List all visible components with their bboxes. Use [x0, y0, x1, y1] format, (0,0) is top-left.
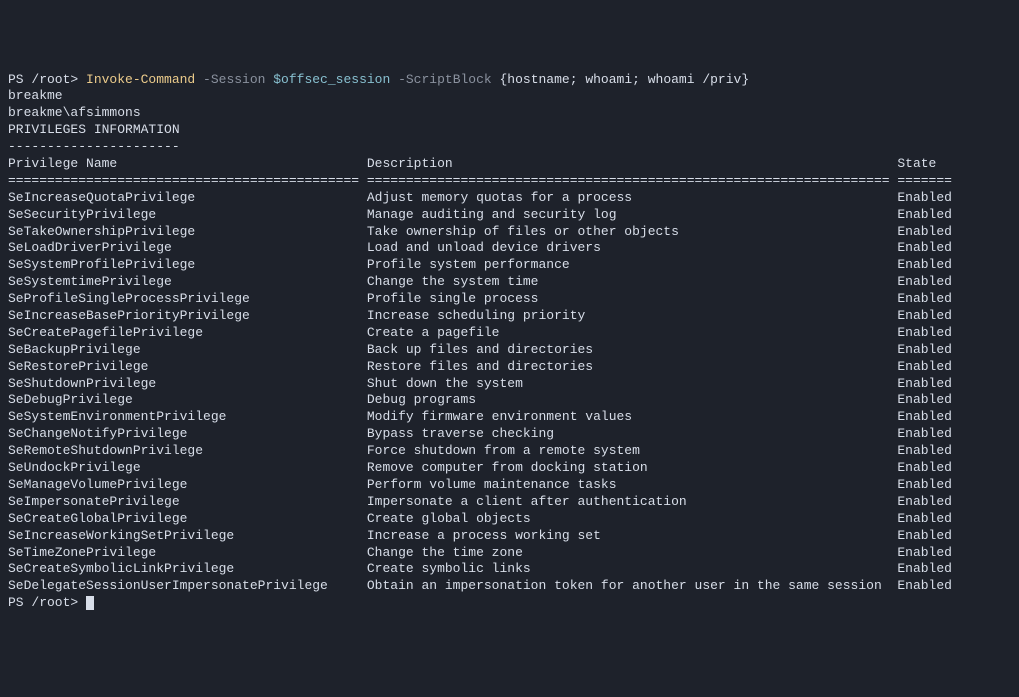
output-whoami: breakme\afsimmons — [8, 105, 1011, 122]
variable-session: $offsec_session — [273, 72, 390, 87]
priv-row: SeSystemEnvironmentPrivilege Modify firm… — [8, 409, 1011, 426]
priv-row: SeUndockPrivilege Remove computer from d… — [8, 460, 1011, 477]
param-session: -Session — [195, 72, 273, 87]
priv-row: SeTimeZonePrivilege Change the time zone… — [8, 545, 1011, 562]
output-hostname: breakme — [8, 88, 1011, 105]
priv-row: SeChangeNotifyPrivilege Bypass traverse … — [8, 426, 1011, 443]
terminal-output[interactable]: PS /root> Invoke-Command -Session $offse… — [8, 72, 1011, 613]
priv-row: SeIncreaseWorkingSetPrivilege Increase a… — [8, 528, 1011, 545]
priv-row: SeIncreaseBasePriorityPrivilege Increase… — [8, 308, 1011, 325]
prompt-label: PS /root> — [8, 72, 86, 87]
priv-row: SeSecurityPrivilege Manage auditing and … — [8, 207, 1011, 224]
priv-row: SeShutdownPrivilege Shut down the system… — [8, 376, 1011, 393]
priv-row: SeSystemtimePrivilege Change the system … — [8, 274, 1011, 291]
priv-row: SeRestorePrivilege Restore files and dir… — [8, 359, 1011, 376]
command-line-1: PS /root> Invoke-Command -Session $offse… — [8, 72, 1011, 89]
priv-row: SeIncreaseQuotaPrivilege Adjust memory q… — [8, 190, 1011, 207]
priv-header-underline: ---------------------- — [8, 139, 1011, 156]
priv-row: SeLoadDriverPrivilege Load and unload de… — [8, 240, 1011, 257]
priv-row: SeProfileSingleProcessPrivilege Profile … — [8, 291, 1011, 308]
param-scriptblock: -ScriptBlock — [390, 72, 499, 87]
priv-row: SeCreateGlobalPrivilege Create global ob… — [8, 511, 1011, 528]
priv-row: SeTakeOwnershipPrivilege Take ownership … — [8, 224, 1011, 241]
priv-row: SeManageVolumePrivilege Perform volume m… — [8, 477, 1011, 494]
priv-row: SeCreateSymbolicLinkPrivilege Create sym… — [8, 561, 1011, 578]
priv-row: SeRemoteShutdownPrivilege Force shutdown… — [8, 443, 1011, 460]
priv-row: SeImpersonatePrivilege Impersonate a cli… — [8, 494, 1011, 511]
cursor-block — [86, 596, 94, 610]
col-underline: ========================================… — [8, 173, 1011, 190]
priv-row: SeDelegateSessionUserImpersonatePrivileg… — [8, 578, 1011, 595]
scriptblock-content: {hostname; whoami; whoami /priv} — [500, 72, 750, 87]
col-headers: Privilege Name Description State — [8, 156, 1011, 173]
priv-header-title: PRIVILEGES INFORMATION — [8, 122, 1011, 139]
command-line-2[interactable]: PS /root> — [8, 595, 1011, 612]
priv-row: SeCreatePagefilePrivilege Create a pagef… — [8, 325, 1011, 342]
priv-row: SeBackupPrivilege Back up files and dire… — [8, 342, 1011, 359]
prompt-label-2: PS /root> — [8, 595, 86, 610]
cmdlet-name: Invoke-Command — [86, 72, 195, 87]
priv-row: SeDebugPrivilege Debug programs Enabled — [8, 392, 1011, 409]
priv-table-body: SeIncreaseQuotaPrivilege Adjust memory q… — [8, 190, 1011, 595]
priv-row: SeSystemProfilePrivilege Profile system … — [8, 257, 1011, 274]
